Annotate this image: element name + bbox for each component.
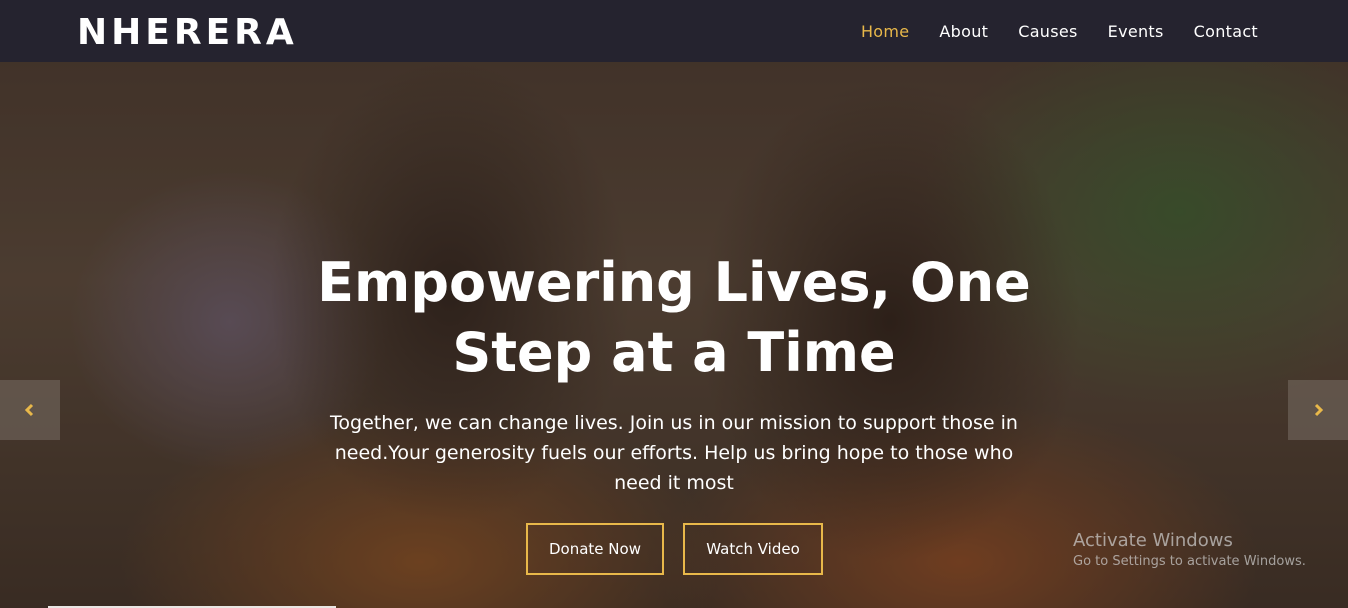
hero-content: Empowering Lives, One Step at a Time Tog… [0, 62, 1348, 608]
top-navbar: NHERERA Home About Causes Events Contact [0, 0, 1348, 62]
watermark-title: Activate Windows [1073, 530, 1233, 551]
watch-video-button[interactable]: Watch Video [683, 523, 823, 575]
carousel-prev-button[interactable] [0, 380, 60, 440]
brand-logo[interactable]: NHERERA [77, 11, 298, 55]
hero-title: Empowering Lives, One Step at a Time [317, 251, 1031, 384]
carousel-next-button[interactable] [1288, 380, 1348, 440]
nav-events-link[interactable]: Events [1108, 22, 1164, 41]
hero-carousel: Empowering Lives, One Step at a Time Tog… [0, 62, 1348, 608]
nav-contact-link[interactable]: Contact [1194, 22, 1258, 41]
main-nav: Home About Causes Events Contact [861, 0, 1258, 62]
nav-causes-link[interactable]: Causes [1018, 22, 1077, 41]
hero-description: Together, we can change lives. Join us i… [330, 412, 1018, 494]
chevron-right-icon [1314, 403, 1324, 417]
donate-now-button[interactable]: Donate Now [526, 523, 664, 575]
nav-home-link[interactable]: Home [861, 22, 909, 41]
chevron-left-icon [24, 403, 34, 417]
nav-about-link[interactable]: About [939, 22, 988, 41]
activate-windows-watermark: Activate Windows Go to Settings to activ… [1073, 530, 1306, 572]
watermark-subtitle: Go to Settings to activate Windows. [1073, 554, 1306, 569]
